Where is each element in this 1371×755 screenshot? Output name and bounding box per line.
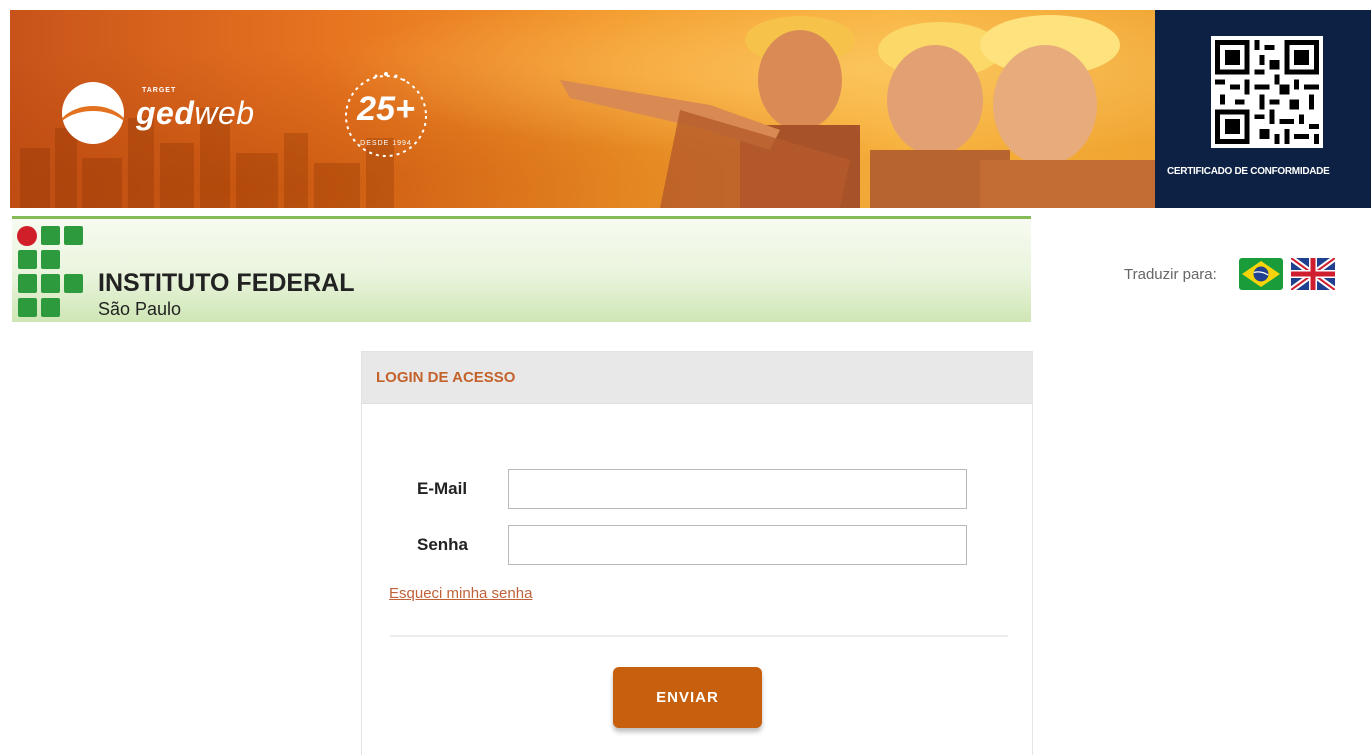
login-panel: LOGIN DE ACESSO E-Mail Senha Esqueci min… (361, 351, 1033, 755)
translate-label: Traduzir para: (1124, 265, 1217, 283)
qr-code-icon[interactable] (1211, 36, 1323, 148)
login-panel-header: LOGIN DE ACESSO (362, 352, 1032, 404)
instituto-federal-logo-icon (17, 226, 83, 317)
translate-bar: Traduzir para: (1124, 258, 1343, 290)
anniversary-since: DESDE 1994 (360, 140, 412, 147)
password-field[interactable] (508, 525, 967, 565)
anniversary-number: 25+ (357, 90, 415, 128)
password-label: Senha (417, 535, 469, 554)
anniversary-badge: 25+ DESDE 1994 (338, 68, 434, 164)
certificate-box[interactable]: CERTIFICADO DE CONFORMIDADE (1155, 10, 1371, 208)
gedweb-logo-icon (62, 82, 124, 144)
institute-title: INSTITUTO FEDERAL (98, 269, 355, 297)
uk-flag-icon[interactable] (1290, 258, 1335, 290)
brazil-flag-icon[interactable] (1238, 258, 1283, 290)
login-title: LOGIN DE ACESSO (376, 369, 516, 386)
institute-subtitle: São Paulo (98, 299, 182, 319)
brand-small-text: TARGET (142, 86, 177, 94)
email-field[interactable] (508, 469, 967, 509)
forgot-password-link[interactable]: Esqueci minha senha (389, 585, 532, 602)
submit-button[interactable]: ENVIAR (613, 667, 762, 728)
construction-workers-image (560, 15, 1155, 208)
brand-light-text: web (194, 94, 255, 131)
email-label: E-Mail (417, 479, 468, 498)
email-row: E-Mail (362, 469, 1034, 509)
brand-bold-text: ged (136, 94, 195, 131)
certificate-label[interactable]: CERTIFICADO DE CONFORMIDADE (1167, 166, 1371, 177)
form-divider (390, 635, 1008, 637)
header-banner: TARGET gedweb 25+ DESDE 1994 (10, 10, 1155, 208)
institute-header: INSTITUTO FEDERAL São Paulo (12, 216, 1031, 322)
password-row: Senha (362, 525, 1034, 565)
gedweb-logo: TARGET gedweb (62, 82, 255, 144)
